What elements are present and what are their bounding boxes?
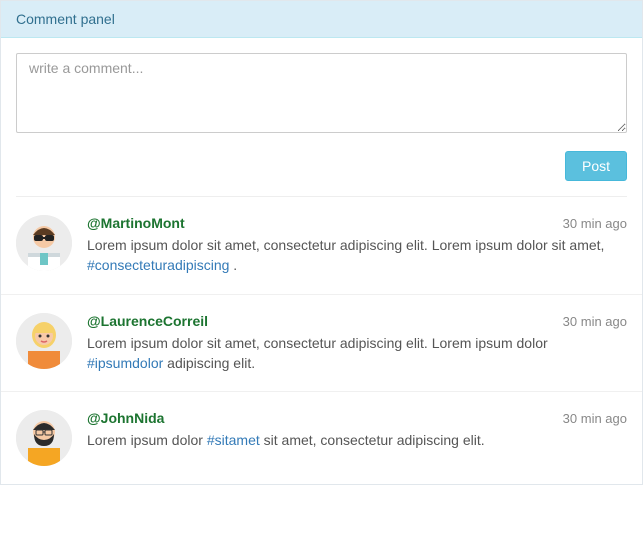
panel-title: Comment panel [1, 1, 642, 38]
comment-text: Lorem ipsum dolor #sitamet sit amet, con… [87, 430, 627, 450]
text-after: . [229, 257, 237, 273]
avatar [16, 215, 72, 271]
comment-heading: @LaurenceCorreil 30 min ago [87, 313, 627, 329]
text-after: sit amet, consectetur adipiscing elit. [260, 432, 485, 448]
comment-body: @MartinoMont 30 min ago Lorem ipsum dolor … [87, 215, 627, 276]
username-link[interactable]: @JohnNida [87, 410, 164, 426]
panel-body: Post [1, 38, 642, 196]
comment-item: @MartinoMont 30 min ago Lorem ipsum dolor … [1, 197, 642, 295]
comment-text: Lorem ipsum dolor sit amet, consectetur … [87, 333, 627, 374]
username-link[interactable]: @LaurenceCorreil [87, 313, 208, 329]
comment-input[interactable] [16, 53, 627, 133]
hashtag-link[interactable]: #consecteturadipiscing [87, 257, 229, 273]
avatar [16, 313, 72, 369]
comment-item: @JohnNida 30 min ago Lorem ipsum dolor #si… [1, 392, 642, 484]
hashtag-link[interactable]: #ipsumdolor [87, 355, 163, 371]
comment-body: @LaurenceCorreil 30 min ago Lorem ipsum do… [87, 313, 627, 374]
comment-text: Lorem ipsum dolor sit amet, consectetur … [87, 235, 627, 276]
hashtag-link[interactable]: #sitamet [207, 432, 260, 448]
comment-list: @MartinoMont 30 min ago Lorem ipsum dolor … [1, 197, 642, 484]
timestamp: 30 min ago [563, 314, 627, 329]
comment-body: @JohnNida 30 min ago Lorem ipsum dolor #si… [87, 410, 627, 466]
comment-panel: Comment panel Post @MartinoMont 30 min ag… [0, 0, 643, 485]
timestamp: 30 min ago [563, 216, 627, 231]
composer-actions: Post [16, 151, 627, 181]
text-before: Lorem ipsum dolor sit amet, consectetur … [87, 237, 604, 253]
text-before: Lorem ipsum dolor [87, 432, 207, 448]
comment-heading: @MartinoMont 30 min ago [87, 215, 627, 231]
text-after: adipiscing elit. [163, 355, 255, 371]
timestamp: 30 min ago [563, 411, 627, 426]
text-before: Lorem ipsum dolor sit amet, consectetur … [87, 335, 548, 351]
post-button[interactable]: Post [565, 151, 627, 181]
comment-item: @LaurenceCorreil 30 min ago Lorem ipsum do… [1, 295, 642, 393]
avatar [16, 410, 72, 466]
username-link[interactable]: @MartinoMont [87, 215, 185, 231]
comment-heading: @JohnNida 30 min ago [87, 410, 627, 426]
